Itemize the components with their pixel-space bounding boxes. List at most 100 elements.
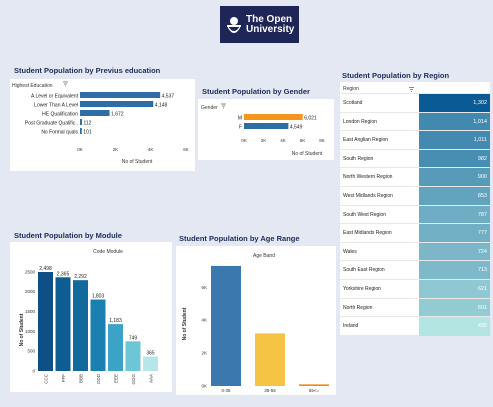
- tick-label: 500: [27, 349, 35, 354]
- heat-cell: 1,302: [419, 94, 490, 113]
- data-label: 365: [146, 351, 155, 357]
- region-name: Scotland: [343, 100, 363, 106]
- tick-label: 4K: [148, 147, 154, 152]
- education-xlabel: No of Student: [122, 159, 153, 165]
- region-name: South Region: [343, 155, 374, 162]
- tick-label: 2000: [25, 289, 36, 294]
- data-label: 4,148: [155, 103, 168, 109]
- bar[interactable]: [299, 384, 329, 386]
- heat-cell: 724: [419, 242, 490, 262]
- table-row[interactable]: North Western Region 900: [340, 167, 490, 188]
- region-name: North Western Region: [343, 174, 393, 181]
- table-row[interactable]: Scotland 1,302: [340, 93, 490, 113]
- data-label: 1,672: [111, 112, 124, 118]
- bar[interactable]: [80, 110, 110, 116]
- tick-label: 1000: [25, 329, 36, 334]
- category-label: CCC: [44, 373, 49, 383]
- data-label: 2,365: [57, 271, 70, 277]
- table-row[interactable]: West Midlands Region 853: [340, 186, 490, 206]
- bar[interactable]: [211, 265, 241, 386]
- tick-label: 0K: [241, 138, 247, 143]
- gender-chart: Gender M 6,021 F 4,549 0K 2K 4K 6K 8K No of Stu…: [201, 103, 325, 157]
- bar[interactable]: [125, 341, 141, 371]
- gender-title: Student Population by Gender: [202, 87, 310, 96]
- region-value: 982: [477, 155, 487, 162]
- region-name: London Region: [343, 118, 377, 125]
- tick-label: 2K: [113, 147, 119, 152]
- heat-cell: 777: [419, 224, 490, 244]
- region-value: 435: [477, 323, 487, 330]
- data-label: 2,292: [74, 274, 87, 280]
- gender-panel: Gender M 6,021 F 4,549 0K 2K 4K 6K 8K No of Stu…: [198, 99, 334, 160]
- bar[interactable]: [244, 123, 289, 129]
- category-label: 55<=: [309, 388, 320, 393]
- category-label: FFF: [61, 374, 66, 382]
- category-label: AAA: [149, 374, 154, 383]
- module-panel: Code Module No of Student 0 500 1000 1500 20…: [10, 242, 172, 392]
- bar[interactable]: [55, 277, 71, 371]
- table-row[interactable]: North Region 601: [340, 297, 490, 318]
- tick-label: 1500: [25, 309, 36, 314]
- tick-label: 2500: [25, 269, 36, 274]
- table-row[interactable]: East Midlands Region 777: [340, 223, 490, 244]
- heat-cell: 900: [419, 168, 490, 188]
- data-label: 4,549: [290, 125, 303, 131]
- table-row[interactable]: Yorkshire Region 621: [340, 279, 490, 299]
- age-panel: Age Band No of Student 0K 2K 4K 6K 0-35 35-5…: [176, 246, 336, 395]
- region-value: 787: [477, 211, 487, 218]
- category-label: No Formal quals: [41, 130, 78, 136]
- region-panel: Region Scotland 1,302 London Region 1,014 Ea…: [340, 82, 490, 337]
- region-value: 601: [477, 304, 487, 311]
- bar[interactable]: [80, 101, 154, 107]
- table-row[interactable]: South East Region 713: [340, 260, 490, 281]
- gender-header: Gender: [201, 105, 218, 111]
- region-name: West Midlands Region: [343, 193, 393, 199]
- filter-icon[interactable]: [409, 87, 415, 92]
- tick-label: 6K: [201, 285, 207, 290]
- region-name: Ireland: [343, 323, 359, 330]
- heat-cell: 435: [419, 317, 490, 337]
- region-title: Student Population by Region: [342, 71, 450, 80]
- bar[interactable]: [80, 128, 82, 134]
- tick-label: 6K: [183, 147, 189, 152]
- module-header: Code Module: [93, 249, 123, 255]
- data-label: 101: [83, 130, 92, 136]
- region-name: South East Region: [343, 267, 385, 274]
- bar[interactable]: [143, 356, 158, 371]
- heat-cell: 713: [419, 261, 490, 281]
- region-header: Region: [343, 86, 359, 92]
- bar[interactable]: [80, 92, 161, 98]
- category-label: F: [239, 125, 242, 131]
- table-row[interactable]: South West Region 787: [340, 204, 490, 225]
- table-row[interactable]: Wales 724: [340, 241, 490, 262]
- age-header: Age Band: [253, 253, 275, 259]
- category-label: HE Qualification: [42, 112, 78, 118]
- region-name: Yorkshire Region: [343, 286, 381, 292]
- tick-label: 4K: [201, 318, 207, 323]
- category-label: Lower Than A Level: [34, 103, 78, 109]
- bar[interactable]: [244, 114, 303, 120]
- bar[interactable]: [90, 299, 106, 371]
- table-row[interactable]: London Region 1,014: [340, 111, 490, 132]
- bar[interactable]: [255, 333, 285, 386]
- bar[interactable]: [108, 324, 123, 371]
- table-row[interactable]: Ireland 435: [340, 316, 490, 337]
- region-name: East Midlands Region: [343, 230, 392, 237]
- tick-label: 0K: [77, 147, 83, 152]
- data-label: 6,021: [304, 116, 317, 122]
- region-value: 900: [477, 174, 487, 181]
- table-row[interactable]: East Anglian Region 1,011: [340, 130, 490, 151]
- gender-xlabel: No of Student: [292, 151, 323, 157]
- table-row[interactable]: South Region 982: [340, 148, 490, 169]
- bar[interactable]: [80, 119, 82, 125]
- data-label: 4,537: [162, 94, 175, 100]
- category-label: M: [238, 116, 242, 122]
- tick-label: 6K: [300, 138, 306, 143]
- module-chart: Code Module No of Student 05001000150020…: [19, 249, 158, 385]
- category-label: A Level or Equivalent: [31, 94, 79, 100]
- filter-icon[interactable]: [63, 81, 68, 87]
- bar[interactable]: [73, 280, 88, 371]
- age-chart: Age Band No of Student 0K 2K 4K 6K 0-35 35-5…: [182, 253, 329, 393]
- filter-icon[interactable]: [221, 103, 226, 109]
- bar[interactable]: [38, 272, 53, 371]
